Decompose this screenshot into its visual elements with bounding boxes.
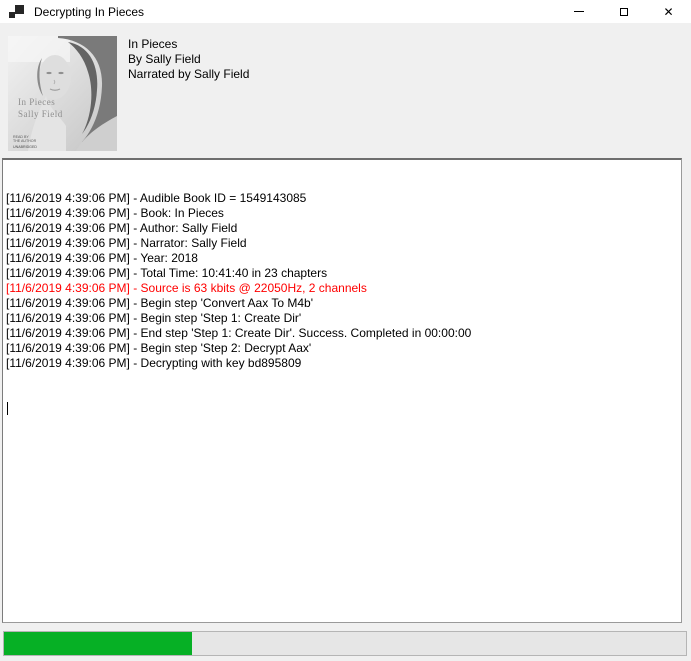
minimize-button[interactable] — [556, 0, 601, 23]
log-line: [11/6/2019 4:39:06 PM] - Begin step 'Ste… — [6, 311, 678, 326]
log-line: [11/6/2019 4:39:06 PM] - Decrypting with… — [6, 356, 678, 371]
app-icon — [9, 4, 25, 20]
close-button[interactable]: ✕ — [646, 0, 691, 23]
app-window: Decrypting In Pieces ✕ — [0, 0, 691, 661]
log-line: [11/6/2019 4:39:06 PM] - Book: In Pieces — [6, 206, 678, 221]
log-line: [11/6/2019 4:39:06 PM] - Narrator: Sally… — [6, 236, 678, 251]
log-line: [11/6/2019 4:39:06 PM] - Total Time: 10:… — [6, 266, 678, 281]
maximize-button[interactable] — [601, 0, 646, 23]
book-info: In Pieces By Sally Field Narrated by Sal… — [128, 37, 249, 82]
cover-title-text: In Pieces — [18, 97, 55, 107]
log-line: [11/6/2019 4:39:06 PM] - Begin step 'Con… — [6, 296, 678, 311]
window-controls: ✕ — [556, 0, 691, 23]
window-title: Decrypting In Pieces — [34, 5, 144, 19]
book-narrator: Narrated by Sally Field — [128, 67, 249, 82]
cover-author-text: Sally Field — [18, 109, 63, 119]
log-line: [11/6/2019 4:39:06 PM] - Author: Sally F… — [6, 221, 678, 236]
book-title: In Pieces — [128, 37, 249, 52]
app-icon-square-large — [15, 5, 24, 14]
progress-bar — [3, 631, 687, 656]
book-author: By Sally Field — [128, 52, 249, 67]
log-line: [11/6/2019 4:39:06 PM] - Year: 2018 — [6, 251, 678, 266]
log-lines: [11/6/2019 4:39:06 PM] - Audible Book ID… — [6, 191, 678, 371]
titlebar[interactable]: Decrypting In Pieces ✕ — [0, 0, 691, 23]
close-icon: ✕ — [663, 6, 673, 18]
log-line: [11/6/2019 4:39:06 PM] - Source is 63 kb… — [6, 281, 678, 296]
book-cover-art: In Pieces Sally Field READ BY THE AUTHOR… — [8, 36, 117, 151]
log-line: [11/6/2019 4:39:06 PM] - End step 'Step … — [6, 326, 678, 341]
book-cover-image: In Pieces Sally Field READ BY THE AUTHOR… — [8, 36, 117, 151]
cover-unabridged-text: UNABRIDGED — [13, 145, 37, 149]
log-line: [11/6/2019 4:39:06 PM] - Audible Book ID… — [6, 191, 678, 206]
maximize-icon — [620, 8, 628, 16]
cover-readby-line2: THE AUTHOR — [13, 139, 37, 143]
progress-fill — [4, 632, 192, 655]
log-line: [11/6/2019 4:39:06 PM] - Begin step 'Ste… — [6, 341, 678, 356]
log-textbox[interactable]: [11/6/2019 4:39:06 PM] - Audible Book ID… — [2, 158, 682, 623]
text-caret — [7, 402, 8, 415]
minimize-icon — [574, 11, 584, 12]
